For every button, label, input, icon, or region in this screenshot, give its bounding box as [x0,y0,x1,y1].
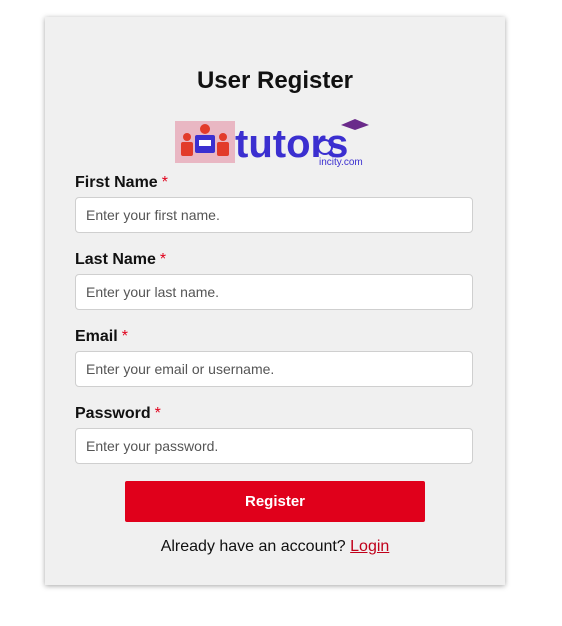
register-button[interactable]: Register [125,481,425,522]
required-asterisk: * [121,328,128,345]
login-prompt: Already have an account? Login [45,538,505,556]
password-input[interactable] [75,428,473,464]
first-name-input[interactable] [75,197,473,233]
email-label: Email * [75,328,128,345]
last-name-label: Last Name * [75,251,167,268]
register-card: User Register tutors incity.com First Na… [45,17,505,585]
tutorsincity-logo: tutors incity.com [175,115,375,169]
last-name-input[interactable] [75,274,473,310]
login-link[interactable]: Login [350,538,389,555]
email-input[interactable] [75,351,473,387]
required-asterisk: * [159,251,167,268]
login-prompt-text: Already have an account? [160,538,346,555]
page-title: User Register [196,67,354,94]
logo-subtext: incity.com [319,157,363,168]
required-asterisk: * [154,405,161,422]
password-label: Password * [75,405,161,422]
required-asterisk: * [161,174,168,191]
first-name-label: First Name * [75,174,168,191]
